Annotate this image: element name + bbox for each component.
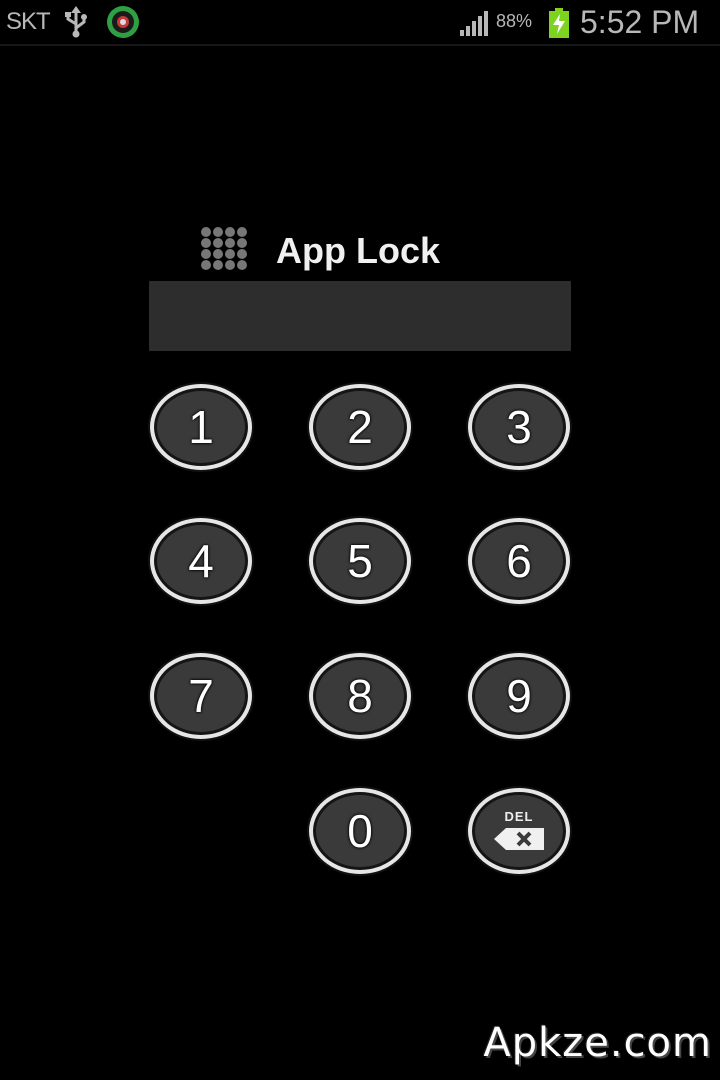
key-0-label: 0 — [347, 805, 373, 857]
key-9[interactable]: 9 — [468, 653, 570, 739]
key-2[interactable]: 2 — [309, 384, 411, 470]
key-6-label: 6 — [506, 535, 532, 587]
key-3[interactable]: 3 — [468, 384, 570, 470]
keypad-grid-icon — [201, 227, 247, 270]
key-8-label: 8 — [347, 670, 373, 722]
key-1-label: 1 — [188, 401, 214, 453]
battery-charging-icon — [549, 8, 569, 38]
key-3-label: 3 — [506, 401, 532, 453]
delete-button[interactable]: DEL — [468, 788, 570, 874]
key-4-label: 4 — [188, 535, 214, 587]
carrier-label: SKT — [6, 8, 51, 35]
key-9-label: 9 — [506, 670, 532, 722]
status-bar: SKT 88% 5:52 PM — [0, 0, 720, 46]
key-2-label: 2 — [347, 401, 373, 453]
key-8[interactable]: 8 — [309, 653, 411, 739]
status-clock: 5:52 PM — [580, 4, 700, 40]
app-status-icon — [107, 6, 139, 38]
signal-icon — [460, 11, 488, 36]
watermark: Apkze.com — [483, 1020, 712, 1066]
battery-percent: 88% — [496, 11, 533, 31]
pin-input[interactable] — [149, 281, 571, 351]
key-4[interactable]: 4 — [150, 518, 252, 604]
key-7[interactable]: 7 — [150, 653, 252, 739]
app-header: App Lock — [198, 222, 528, 278]
key-7-label: 7 — [188, 670, 214, 722]
key-1[interactable]: 1 — [150, 384, 252, 470]
usb-icon — [65, 6, 87, 38]
app-title: App Lock — [276, 230, 441, 271]
delete-label: DEL — [504, 809, 534, 824]
key-0[interactable]: 0 — [309, 788, 411, 874]
key-5[interactable]: 5 — [309, 518, 411, 604]
key-6[interactable]: 6 — [468, 518, 570, 604]
delete-button-content: DEL — [492, 810, 546, 852]
backspace-icon — [494, 828, 544, 850]
key-5-label: 5 — [347, 535, 373, 587]
